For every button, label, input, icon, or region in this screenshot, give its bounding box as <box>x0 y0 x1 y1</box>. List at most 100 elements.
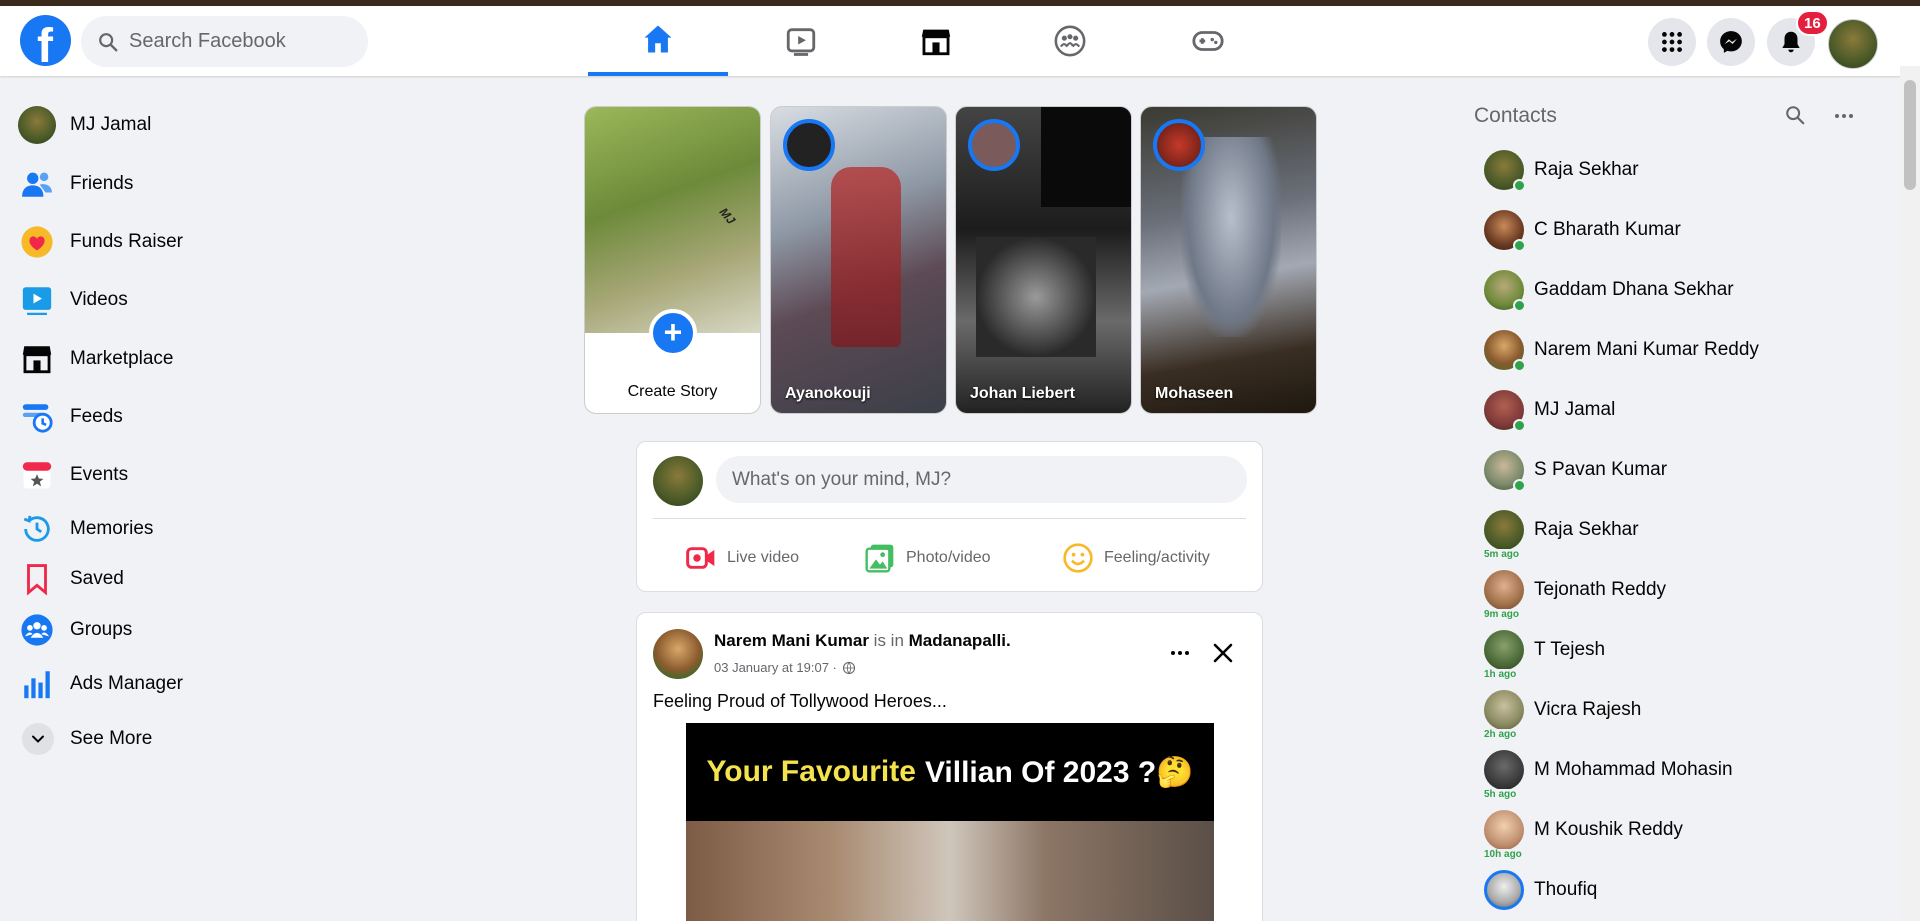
more-horizontal-icon <box>1171 651 1189 655</box>
story-name: Ayanokouji <box>785 385 871 402</box>
account-avatar[interactable] <box>1828 19 1878 69</box>
post-timestamp[interactable]: 03 January at 19:07 · <box>714 660 837 675</box>
sidebar-item-label: Friends <box>70 173 134 194</box>
contact-name: Raja Sekhar <box>1534 519 1639 540</box>
groups-icon <box>1054 25 1086 57</box>
live-video-icon <box>686 547 715 569</box>
post-options-button[interactable] <box>1162 635 1198 671</box>
contact-item[interactable]: MJ Jamal <box>1478 380 1878 440</box>
sidebar-item-marketplace[interactable]: Marketplace <box>12 330 372 388</box>
bookmark-icon <box>18 560 56 598</box>
contact-item[interactable]: 5h ago M Mohammad Mohasin <box>1478 740 1878 800</box>
last-active-label: 5h ago <box>1482 789 1519 800</box>
messenger-icon <box>1720 31 1742 53</box>
create-story-photo: MJ <box>585 107 760 333</box>
top-navigation-bar: f 16 <box>0 6 1920 76</box>
contact-item[interactable]: S Pavan Kumar <box>1478 440 1878 500</box>
contact-avatar <box>1484 390 1526 432</box>
contact-avatar: 5h ago <box>1482 750 1524 800</box>
contact-name: Raja Sekhar <box>1534 159 1639 180</box>
contact-item[interactable]: 5m ago Raja Sekhar <box>1478 500 1878 560</box>
story-card[interactable]: Johan Liebert <box>955 106 1132 414</box>
messenger-button[interactable] <box>1707 18 1755 66</box>
last-active-label: 10h ago <box>1482 849 1524 860</box>
contact-avatar: 1h ago <box>1482 630 1524 680</box>
sidebar-item-label: Saved <box>70 568 124 589</box>
contact-name: S Pavan Kumar <box>1534 459 1668 480</box>
video-icon <box>18 281 56 319</box>
contacts-search-button[interactable] <box>1784 104 1812 132</box>
contact-name: Thoufiq <box>1534 879 1598 900</box>
online-status-dot <box>1513 359 1526 372</box>
search-box[interactable] <box>81 16 368 67</box>
tab-marketplace[interactable] <box>866 6 1006 76</box>
photo-video-button[interactable]: Photo/video <box>864 542 991 574</box>
contact-name: Narem Mani Kumar Reddy <box>1534 339 1759 360</box>
video-icon <box>786 28 816 56</box>
contact-item[interactable]: Thoufiq <box>1478 860 1878 920</box>
last-active-label: 1h ago <box>1482 669 1519 680</box>
search-input[interactable] <box>129 30 349 53</box>
contact-item[interactable]: 1h ago T Tejesh <box>1478 620 1878 680</box>
story-card[interactable]: Mohaseen <box>1140 106 1317 414</box>
sidebar-item-videos[interactable]: Videos <box>12 270 372 330</box>
story-avatar <box>1153 119 1205 171</box>
contact-name: M Koushik Reddy <box>1534 819 1683 840</box>
photo-icon <box>865 544 894 573</box>
left-sidebar: MJ Jamal Friends Funds Raiser Videos Mar… <box>12 96 372 766</box>
feeling-activity-button[interactable]: Feeling/activity <box>1062 542 1210 574</box>
contact-item[interactable]: 2h ago Vicra Rajesh <box>1478 680 1878 740</box>
sidebar-item-memories[interactable]: Memories <box>12 504 372 554</box>
contact-avatar: 10h ago <box>1482 810 1524 860</box>
live-video-button[interactable]: Live video <box>685 542 799 574</box>
post-author-name[interactable]: Narem Mani Kumar <box>714 631 869 650</box>
sidebar-item-label: Events <box>70 464 129 485</box>
add-story-button[interactable]: + <box>649 309 697 357</box>
contact-item[interactable]: C Bharath Kumar <box>1478 200 1878 260</box>
facebook-logo[interactable]: f <box>20 15 71 66</box>
sidebar-item-friends[interactable]: Friends <box>12 154 372 214</box>
sidebar-item-profile[interactable]: MJ Jamal <box>12 96 372 154</box>
contact-item[interactable]: Raja Sekhar <box>1478 140 1878 200</box>
contact-item[interactable]: Gaddam Dhana Sekhar <box>1478 260 1878 320</box>
contact-item[interactable]: 10h ago M Koushik Reddy <box>1478 800 1878 860</box>
contact-avatar: 2h ago <box>1482 690 1524 740</box>
sidebar-item-events[interactable]: Events <box>12 446 372 504</box>
page-scrollbar[interactable] <box>1900 66 1920 921</box>
sidebar-item-saved[interactable]: Saved <box>12 554 372 604</box>
tab-home[interactable] <box>588 6 728 76</box>
sidebar-item-ads-manager[interactable]: Ads Manager <box>12 656 372 712</box>
contacts-title: Contacts <box>1474 104 1557 127</box>
sidebar-item-label: Funds Raiser <box>70 231 183 252</box>
sidebar-item-funds-raiser[interactable]: Funds Raiser <box>12 214 372 270</box>
create-story-card[interactable]: MJ + Create Story <box>584 106 761 414</box>
composer-avatar[interactable] <box>653 456 703 506</box>
story-card[interactable]: Ayanokouji <box>770 106 947 414</box>
post-image[interactable]: Your Favourite Villian Of 2023 ?🤔 <box>686 723 1214 921</box>
contacts-options-button[interactable] <box>1832 104 1864 132</box>
tab-groups[interactable] <box>1000 6 1140 76</box>
post-meta: 03 January at 19:07 · <box>714 660 856 675</box>
sidebar-item-feeds[interactable]: Feeds <box>12 388 372 446</box>
contact-item[interactable]: Narem Mani Kumar Reddy <box>1478 320 1878 380</box>
sidebar-item-groups[interactable]: Groups <box>12 604 372 656</box>
contact-name: Gaddam Dhana Sekhar <box>1534 279 1734 300</box>
online-status-dot <box>1513 179 1526 192</box>
menu-button[interactable] <box>1648 18 1696 66</box>
whats-on-your-mind-input[interactable]: What's on your mind, MJ? <box>716 456 1247 503</box>
post-hide-button[interactable] <box>1205 635 1241 671</box>
tab-watch[interactable] <box>731 6 871 76</box>
post-header-line: Narem Mani Kumar is in Madanapalli. <box>714 631 1011 651</box>
see-more-label: See More <box>70 728 153 749</box>
contact-item[interactable]: 9m ago Tejonath Reddy <box>1478 560 1878 620</box>
sidebar-see-more[interactable]: See More <box>12 712 372 766</box>
tab-gaming[interactable] <box>1138 6 1278 76</box>
post-author-avatar[interactable] <box>653 629 703 679</box>
story-image <box>1041 107 1131 207</box>
post-composer: What's on your mind, MJ? Live video Phot… <box>636 441 1263 592</box>
contact-name: Tejonath Reddy <box>1534 579 1667 600</box>
last-active-label: 9m ago <box>1482 609 1522 620</box>
post-place[interactable]: Madanapalli. <box>909 631 1011 650</box>
contact-avatar <box>1484 270 1526 312</box>
page-scrollbar-thumb[interactable] <box>1904 80 1916 190</box>
